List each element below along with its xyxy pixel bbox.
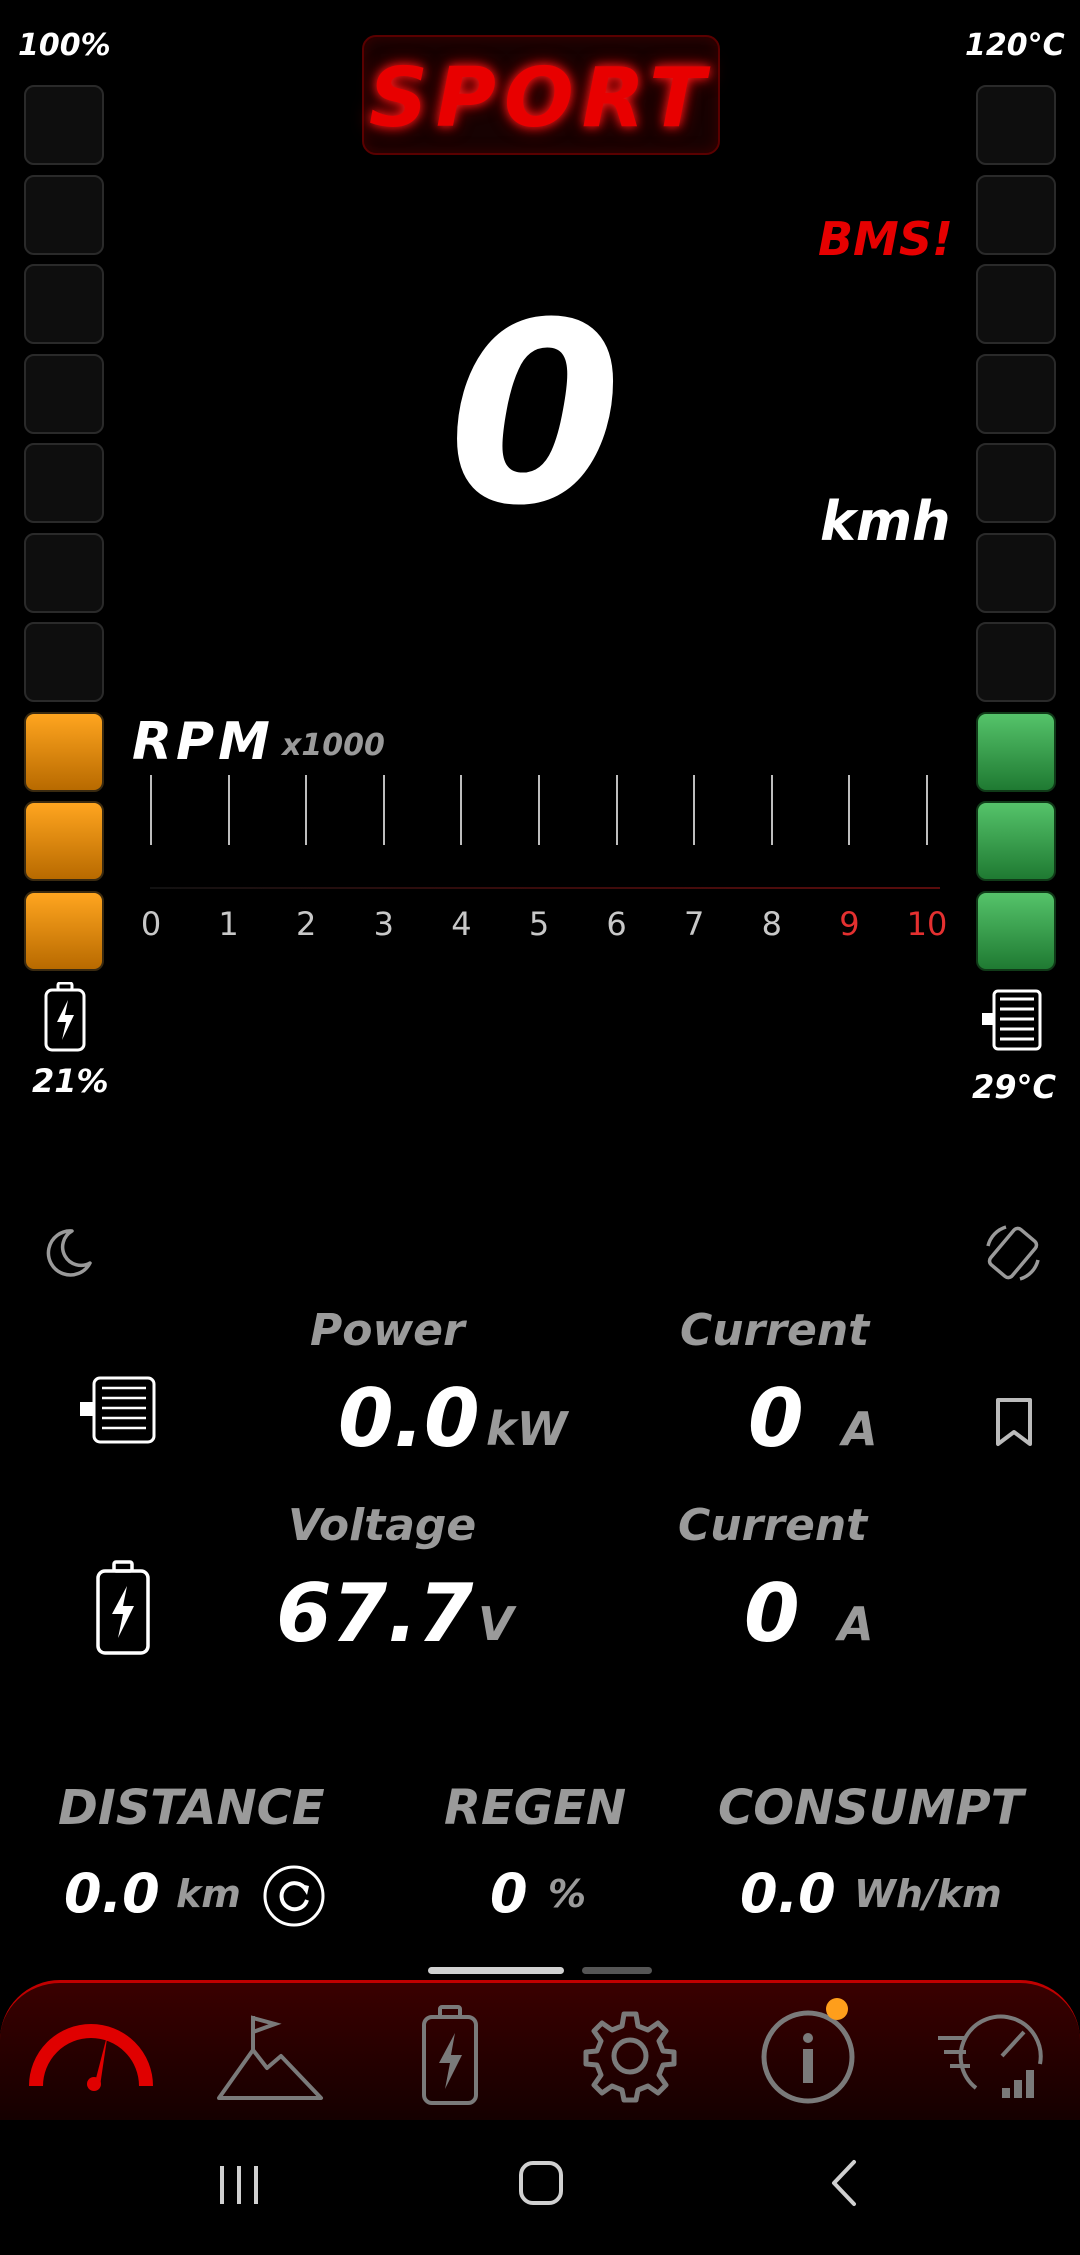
temp-bar-segment [976,443,1056,523]
rpm-scale-label: 7 [684,905,705,943]
voltage-label: Voltage [288,1500,477,1551]
rpm-scale-label: 4 [451,905,472,943]
rpm-tick [538,775,540,845]
regen-value: 0 [490,1862,528,1925]
distance-unit: km [176,1872,241,1916]
battery-stats-icon [96,1560,150,1655]
rpm-scale-label: 2 [296,905,317,943]
night-mode-icon[interactable] [40,1225,96,1281]
mountain-flag-icon[interactable] [215,2012,325,2102]
recents-icon[interactable] [214,2160,264,2210]
page-indicator-active[interactable] [428,1967,564,1974]
temp-bar-segment [976,711,1056,792]
temp-bar-segment [976,85,1056,165]
temp-scale-max-label: 120°C [965,28,1065,63]
battery-percent: 21% [32,1062,109,1100]
power-value: 0.0 [338,1372,480,1465]
consumption-unit: Wh/km [854,1872,1002,1916]
notification-badge [826,1998,848,2020]
battery-bar-segment [24,532,104,613]
battery-current-unit: A [838,1597,874,1651]
rpm-scale-label: 6 [606,905,627,943]
regen-label: REGEN [444,1780,627,1836]
rpm-tick [848,775,851,845]
battery-current-value: 0 [744,1567,800,1660]
battery-bar-segment [24,443,104,523]
drive-mode-label: SPORT [368,51,714,146]
rpm-scale-label: 3 [373,905,394,943]
motor-current-unit: A [842,1402,878,1456]
voltage-value: 67.7 [276,1567,474,1660]
motor-current-value: 0 [748,1372,804,1465]
rpm-tick [227,775,230,845]
battery-bar-segment [24,174,104,255]
power-label: Power [310,1305,465,1356]
temp-bar-segment [976,532,1056,613]
regen-unit: % [548,1872,587,1916]
distance-value: 0.0 [64,1862,160,1925]
rpm-scale-label: 1 [218,905,239,943]
temp-bar-segment [976,174,1056,255]
rpm-scale-label: 10 [906,905,948,943]
drive-mode-button[interactable]: SPORT [362,35,720,155]
temp-bar-segment [976,353,1056,434]
battery-scale-max-label: 100% [18,28,111,63]
temp-bar-segment [976,801,1056,881]
battery-current-label: Current [678,1500,868,1551]
consumption-label: CONSUMPT [718,1780,1024,1836]
speed-value: 0 [448,269,622,560]
rpm-label: RPM [132,712,274,772]
rotate-screen-icon[interactable] [980,1220,1046,1286]
motor-current-label: Current [680,1305,870,1356]
rpm-tick [382,775,385,845]
motor-temp: 29°C [972,1068,1057,1106]
power-unit: kW [486,1402,568,1456]
rpm-tick [693,775,696,845]
rpm-tick [770,775,773,845]
rpm-scale-label: 8 [761,905,782,943]
rpm-scale-label: 5 [528,905,550,943]
motor-stats-icon [80,1376,156,1444]
motor-icon [982,989,1042,1051]
page-indicator-inactive[interactable] [582,1967,652,1974]
rpm-tick [615,775,618,845]
rpm-multiplier: x1000 [282,728,385,763]
voltage-unit: V [478,1597,514,1651]
rpm-tick [926,775,928,845]
battery-icon [44,982,86,1052]
bookmark-icon[interactable] [992,1396,1036,1448]
rpm-tick [150,775,152,845]
speed-unit: kmh [820,490,951,553]
home-icon[interactable] [516,2158,566,2208]
battery-nav-icon[interactable] [420,2005,480,2107]
bottom-nav-bar [0,1980,1080,2123]
consumption-value: 0.0 [740,1862,836,1925]
rpm-scale-label: 0 [140,905,162,943]
battery-bar-segment [24,711,104,792]
back-icon[interactable] [826,2158,862,2208]
rpm-tick [460,775,463,845]
temp-bar-segment [976,890,1056,971]
bms-warning[interactable]: BMS! [818,212,953,266]
battery-bar-segment [24,353,104,434]
info-icon[interactable] [758,2005,858,2105]
rpm-scale-label: 9 [839,905,860,943]
battery-bar-segment [24,890,104,971]
rpm-baseline [150,887,940,889]
battery-bar-segment [24,264,104,344]
gear-icon[interactable] [582,2008,678,2104]
speedometer-icon[interactable] [28,2018,154,2092]
temp-bar-segment [976,622,1056,702]
distance-label: DISTANCE [58,1780,325,1836]
temp-bar-segment [976,264,1056,344]
battery-bar-segment [24,801,104,881]
reset-distance-icon[interactable] [262,1864,326,1928]
performance-icon[interactable] [936,2008,1046,2104]
rpm-tick [305,775,308,845]
battery-bar-segment [24,622,104,702]
battery-bar-segment [24,85,104,165]
